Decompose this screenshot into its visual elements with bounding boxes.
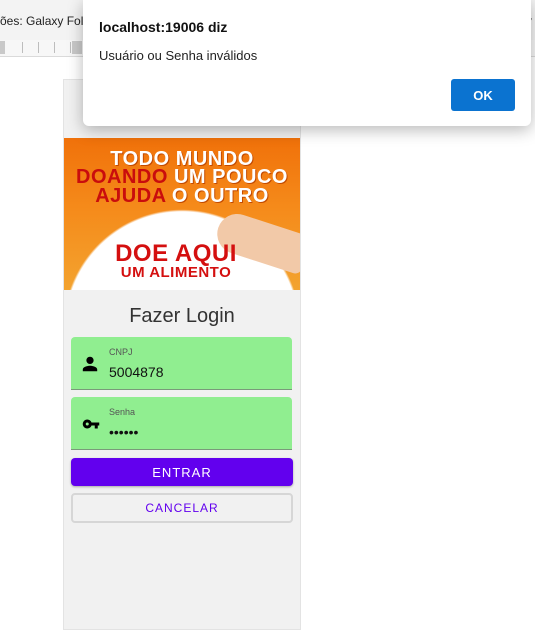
alert-dialog: localhost:19006 diz Usuário ou Senha inv… <box>83 0 531 126</box>
page-title: Fazer Login <box>129 305 235 327</box>
ruler-segment[interactable] <box>24 42 39 53</box>
cnpj-field[interactable]: CNPJ 5004878 <box>71 337 292 390</box>
banner-line-5: UM ALIMENTO <box>120 264 232 281</box>
senha-input[interactable]: •••••• <box>109 424 138 440</box>
ok-button[interactable]: OK <box>451 79 515 111</box>
entrar-button[interactable]: ENTRAR <box>71 458 293 486</box>
banner-line-3-white: O OUTRO <box>165 185 269 207</box>
device-selector[interactable]: ões: Galaxy Fold <box>0 14 90 28</box>
cancelar-button[interactable]: CANCELAR <box>71 493 293 523</box>
ruler-segment[interactable] <box>40 42 55 53</box>
person-icon <box>81 355 99 373</box>
ruler-segment[interactable] <box>8 42 23 53</box>
cnpj-input[interactable]: 5004878 <box>109 364 164 380</box>
senha-label: Senha <box>109 407 136 417</box>
app-viewport: TODO MUNDO DOANDO UM POUCO AJUDA O OUTRO… <box>63 79 301 630</box>
alert-origin: localhost:19006 diz <box>99 19 228 35</box>
alert-message: Usuário ou Senha inválidos <box>99 48 258 63</box>
cnpj-label: CNPJ <box>109 347 133 357</box>
senha-field[interactable]: Senha •••••• <box>71 397 292 450</box>
banner-line-3: AJUDA O OUTRO <box>64 185 300 208</box>
ruler-segment[interactable] <box>56 42 71 53</box>
ruler-segment[interactable] <box>72 41 82 54</box>
ruler-segment[interactable] <box>0 41 5 54</box>
donation-banner: TODO MUNDO DOANDO UM POUCO AJUDA O OUTRO… <box>64 138 300 290</box>
banner-line-3-red: AJUDA <box>95 185 166 207</box>
key-icon <box>81 415 100 433</box>
